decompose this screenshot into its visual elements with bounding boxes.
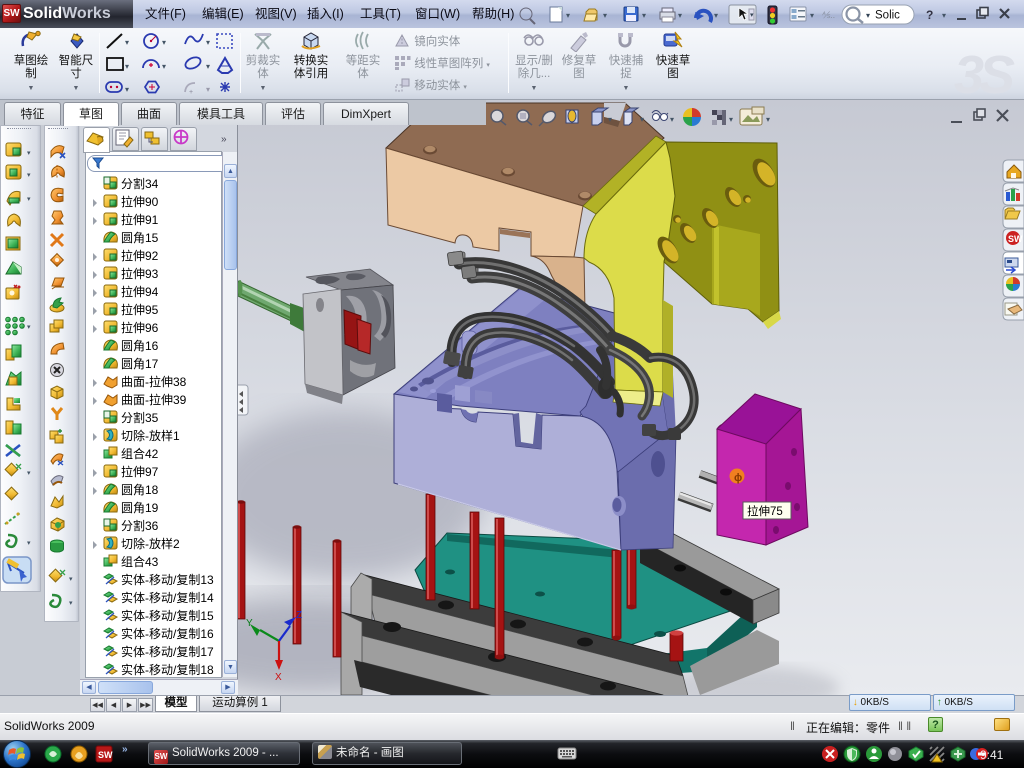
svg-text:分割34: 分割34: [121, 176, 159, 191]
svg-text:▾: ▾: [206, 85, 210, 94]
svg-text:SW: SW: [1008, 234, 1023, 244]
svg-text:分割35: 分割35: [121, 410, 159, 425]
svg-text:▾: ▾: [69, 600, 73, 607]
svg-text:Z: Z: [296, 610, 302, 621]
svg-text:▾: ▾: [714, 11, 718, 20]
svg-text:拉伸90: 拉伸90: [121, 194, 159, 209]
svg-text:▾: ▾: [27, 196, 31, 203]
svg-text:实体-移动/复制17: 实体-移动/复制17: [121, 644, 214, 659]
svg-text:拉伸75: 拉伸75: [747, 504, 783, 518]
svg-text:▾: ▾: [642, 11, 646, 20]
svg-text:▾: ▾: [125, 62, 129, 71]
svg-text:9:41: 9:41: [980, 748, 1004, 762]
svg-text:圆角18: 圆角18: [121, 483, 159, 497]
svg-text:切除-放样2: 切除-放样2: [121, 536, 180, 551]
svg-text:切除-放样1: 切除-放样1: [121, 428, 180, 443]
svg-text:▾: ▾: [603, 11, 607, 20]
svg-text:拉伸94: 拉伸94: [121, 284, 159, 299]
svg-text:⅍..: ⅍..: [822, 10, 836, 20]
svg-text:▾: ▾: [866, 11, 870, 20]
svg-text:▾: ▾: [125, 38, 129, 47]
svg-text:»: »: [122, 744, 128, 755]
svg-text:X: X: [275, 672, 282, 683]
svg-text:▾: ▾: [942, 11, 946, 20]
svg-text:实体-移动/复制13: 实体-移动/复制13: [121, 572, 214, 587]
svg-text:»: »: [221, 134, 227, 145]
svg-text:▾: ▾: [162, 38, 166, 47]
svg-text:▾: ▾: [750, 12, 754, 19]
svg-text:▾: ▾: [766, 115, 770, 124]
svg-text:▾: ▾: [27, 324, 31, 331]
svg-text:▾: ▾: [670, 115, 674, 124]
svg-text:▾: ▾: [640, 115, 644, 124]
svg-text:圆角17: 圆角17: [121, 357, 159, 371]
svg-text:圆角16: 圆角16: [121, 339, 159, 353]
svg-text:▾: ▾: [27, 470, 31, 477]
svg-text:拉伸95: 拉伸95: [121, 302, 159, 317]
svg-text:圆角19: 圆角19: [121, 501, 159, 515]
svg-text:▾: ▾: [729, 115, 733, 124]
svg-text:拉伸93: 拉伸93: [121, 266, 159, 281]
svg-text:▾: ▾: [27, 540, 31, 547]
svg-text:实体-移动/复制16: 实体-移动/复制16: [121, 626, 214, 641]
svg-text:▾: ▾: [566, 11, 570, 20]
svg-text:实体-移动/复制15: 实体-移动/复制15: [121, 608, 214, 623]
svg-text:?: ?: [926, 8, 933, 22]
svg-text:Solic: Solic: [875, 10, 900, 22]
svg-text:+: +: [189, 89, 193, 96]
svg-text:▾: ▾: [206, 62, 210, 71]
svg-text:▾: ▾: [69, 576, 73, 583]
svg-text:组合43: 组合43: [121, 554, 159, 569]
svg-text:▾: ▾: [206, 38, 210, 47]
svg-text:▾: ▾: [608, 115, 612, 124]
svg-text:拉伸91: 拉伸91: [121, 212, 159, 227]
svg-text:▾: ▾: [678, 11, 682, 20]
svg-text:▾: ▾: [810, 11, 814, 20]
svg-text:分割36: 分割36: [121, 518, 159, 533]
svg-text:组合42: 组合42: [121, 446, 159, 461]
svg-text:▾: ▾: [162, 62, 166, 71]
svg-text:▾: ▾: [27, 172, 31, 179]
svg-text:SW: SW: [98, 750, 113, 760]
svg-text:▾: ▾: [125, 85, 129, 94]
svg-text:拉伸96: 拉伸96: [121, 320, 159, 335]
svg-text:Y: Y: [246, 618, 253, 629]
svg-text:曲面-拉伸38: 曲面-拉伸38: [121, 374, 187, 389]
svg-text:实体-移动/复制14: 实体-移动/复制14: [121, 590, 214, 605]
svg-text:曲面-拉伸39: 曲面-拉伸39: [121, 392, 187, 407]
svg-text:ϕ: ϕ: [734, 472, 742, 484]
svg-text:圆角15: 圆角15: [121, 231, 159, 245]
svg-text:实体-移动/复制18: 实体-移动/复制18: [121, 662, 214, 676]
svg-text:拉伸97: 拉伸97: [121, 464, 159, 479]
svg-text:▾: ▾: [27, 150, 31, 157]
svg-text:拉伸92: 拉伸92: [121, 248, 159, 263]
